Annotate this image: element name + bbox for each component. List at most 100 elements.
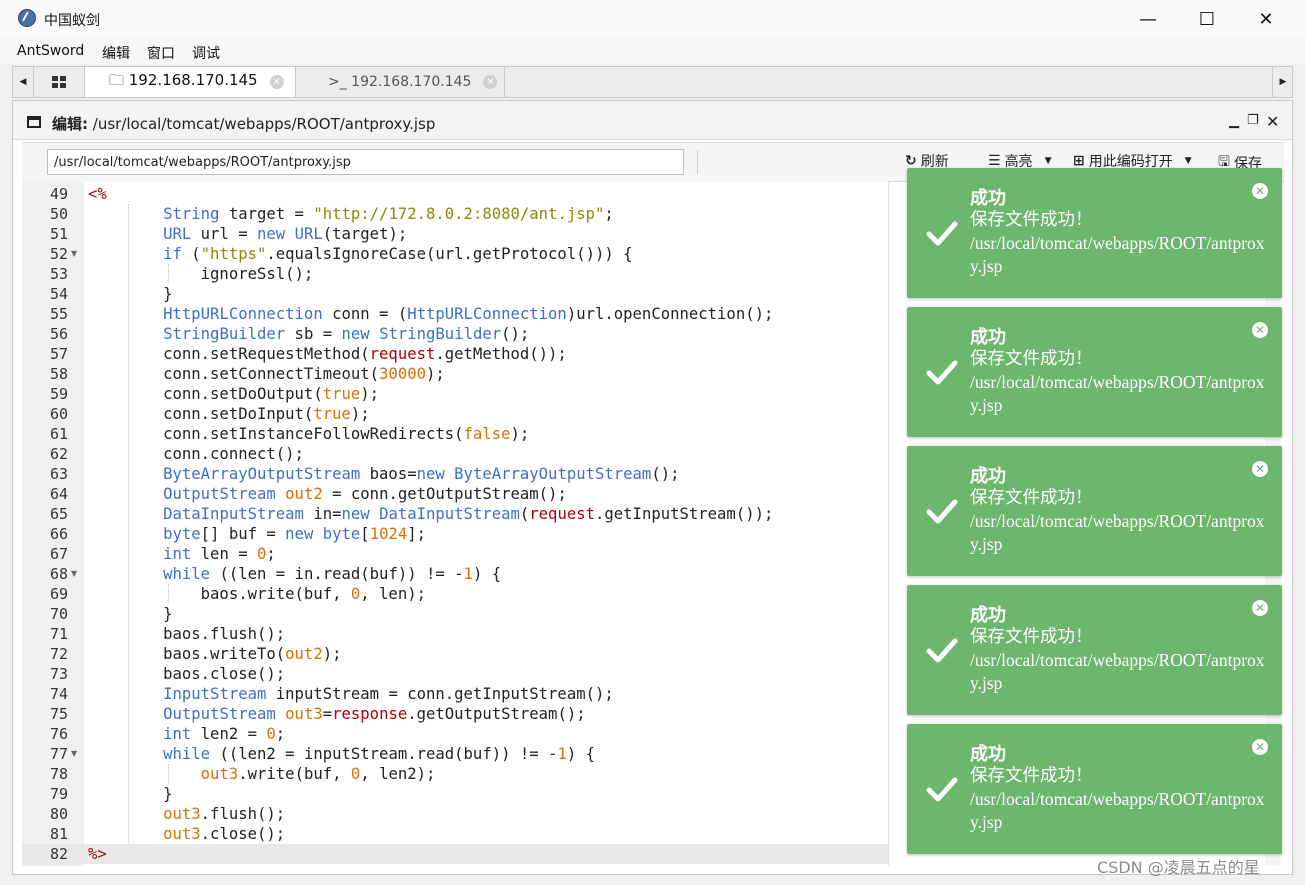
line-number: 55 [49,305,68,323]
code-line: out3.flush(); [163,805,286,823]
chevron-down-icon: ▼ [1044,156,1052,166]
line-number: 56 [49,325,68,343]
panel-title-prefix: 编辑: [52,115,88,133]
path-input[interactable] [47,149,684,175]
refresh-icon: ↻ [905,153,917,169]
tab-close-icon[interactable]: ✕ [483,75,498,89]
code-line: String target = "http://172.8.0.2:8080/a… [163,205,614,223]
code-line: } [88,605,173,623]
tab-grid-icon[interactable] [34,67,85,97]
code-line: } [88,285,173,303]
code-line: while ((len2 = inputStream.read(buf)) !=… [163,745,595,763]
panel-minimize-icon[interactable]: ▁ [1229,114,1239,129]
fold-arrow-icon[interactable]: ▼ [71,569,77,578]
toast-close-icon[interactable]: ✕ [1252,461,1268,477]
code-line: conn.connect(); [88,445,304,463]
toast-close-icon[interactable]: ✕ [1252,600,1268,616]
line-number: 54 [49,285,68,303]
line-number: 50 [49,205,68,223]
code-line: conn.setRequestMethod(request.getMethod(… [88,345,567,363]
window-icon [27,116,41,128]
menu-edit[interactable]: 编辑 [102,43,130,63]
panel-title: 编辑: /usr/local/tomcat/webapps/ROOT/antpr… [52,113,435,134]
success-toast[interactable]: 成功 保存文件成功！/usr/local/tomcat/webapps/ROOT/… [907,307,1282,437]
toast-title: 成功 [970,466,1006,487]
maximize-button[interactable]: ☐ [1178,0,1236,38]
line-number: 49 [49,185,68,203]
line-number: 71 [49,625,68,643]
close-button[interactable]: ✕ [1237,0,1295,38]
menu-debug[interactable]: 调试 [192,43,220,63]
code-line: } [88,785,173,803]
panel-close-icon[interactable]: ✕ [1266,112,1279,131]
success-toast[interactable]: 成功 保存文件成功！/usr/local/tomcat/webapps/ROOT/… [907,724,1282,854]
toast-message: 保存文件成功！/usr/local/tomcat/webapps/ROOT/an… [970,348,1265,415]
fold-arrow-icon[interactable]: ▼ [71,749,77,758]
tab-scroll-left-icon[interactable]: ◀ [13,67,34,97]
encoding-icon: ⊞ [1073,153,1085,169]
print-margin [888,181,889,866]
list-icon: ☰ [988,153,1001,169]
fold-arrow-icon[interactable]: ▼ [71,249,77,258]
line-number: 77 [49,745,68,763]
code-line: out3.write(buf, 0, len2); [200,765,436,783]
toast-message: 保存文件成功！/usr/local/tomcat/webapps/ROOT/an… [970,626,1265,693]
line-number: 82 [49,845,68,863]
tab-file-manager[interactable]: 🗀 192.168.170.145 ✕ [85,67,296,97]
tab-scroll-right-icon[interactable]: ▶ [1272,67,1293,97]
window-title: 中国蚁剑 [44,13,100,29]
tab-close-icon[interactable]: ✕ [269,75,284,89]
line-number: 65 [49,505,68,523]
toast-title: 成功 [970,605,1006,626]
code-line: int len = 0; [163,545,276,563]
toast-title: 成功 [970,744,1006,765]
toast-close-icon[interactable]: ✕ [1252,322,1268,338]
code-line: OutputStream out3=response.getOutputStre… [163,705,586,723]
code-line: conn.setDoInput(true); [88,405,370,423]
code-line: conn.setConnectTimeout(30000); [88,365,445,383]
menu-antsword[interactable]: AntSword [17,43,84,59]
line-number: 81 [49,825,68,843]
menu-window[interactable]: 窗口 [147,43,175,63]
watermark: CSDN @凌晨五点的星 [1097,858,1260,877]
tab-terminal[interactable]: >_ 192.168.170.145 ✕ [296,67,505,97]
line-number: 63 [49,465,68,483]
success-toast[interactable]: 成功 保存文件成功！/usr/local/tomcat/webapps/ROOT/… [907,446,1282,576]
toolbar-divider [697,150,698,174]
code-line: URL url = new URL(target); [163,225,408,243]
success-toast[interactable]: 成功 保存文件成功！/usr/local/tomcat/webapps/ROOT/… [907,585,1282,715]
antsword-logo-icon [18,9,36,27]
code-line: ByteArrayOutputStream baos=new ByteArray… [163,465,680,483]
minimize-button[interactable]: — [1119,0,1177,38]
checkmark-icon [926,360,958,385]
code-line: if ("https".equalsIgnoreCase(url.getProt… [163,245,633,263]
tab-label: >_ 192.168.170.145 [328,74,472,90]
code-line: <% [88,185,107,203]
code-line: OutputStream out2 = conn.getOutputStream… [163,485,567,503]
code-line: ignoreSsl(); [88,265,314,283]
line-number: 59 [49,385,68,403]
code-line: HttpURLConnection conn = (HttpURLConnect… [163,305,774,323]
toast-close-icon[interactable]: ✕ [1252,183,1268,199]
success-toast[interactable]: 成功 保存文件成功！/usr/local/tomcat/webapps/ROOT/… [907,168,1282,298]
code-line: int len2 = 0; [163,725,286,743]
toast-title: 成功 [970,188,1006,209]
line-number: 66 [49,525,68,543]
panel-restore-icon[interactable]: ❐ [1247,113,1259,128]
code-line: baos.close(); [88,665,286,683]
toast-message: 保存文件成功！/usr/local/tomcat/webapps/ROOT/an… [970,487,1265,554]
line-number: 80 [49,805,68,823]
line-number: 64 [49,485,68,503]
line-number: 76 [49,725,68,743]
tab-label: 🗀 192.168.170.145 [109,70,258,89]
checkmark-icon [926,499,958,524]
code-line: baos.write(buf, 0, len); [88,585,426,603]
line-number: 69 [49,585,68,603]
checkmark-icon [926,221,958,246]
toast-close-icon[interactable]: ✕ [1252,739,1268,755]
active-line-highlight [22,844,888,864]
toast-message: 保存文件成功！/usr/local/tomcat/webapps/ROOT/an… [970,209,1265,276]
code-line: InputStream inputStream = conn.getInputS… [163,685,614,703]
code-line: DataInputStream in=new DataInputStream(r… [163,505,774,523]
line-number: 78 [49,765,68,783]
